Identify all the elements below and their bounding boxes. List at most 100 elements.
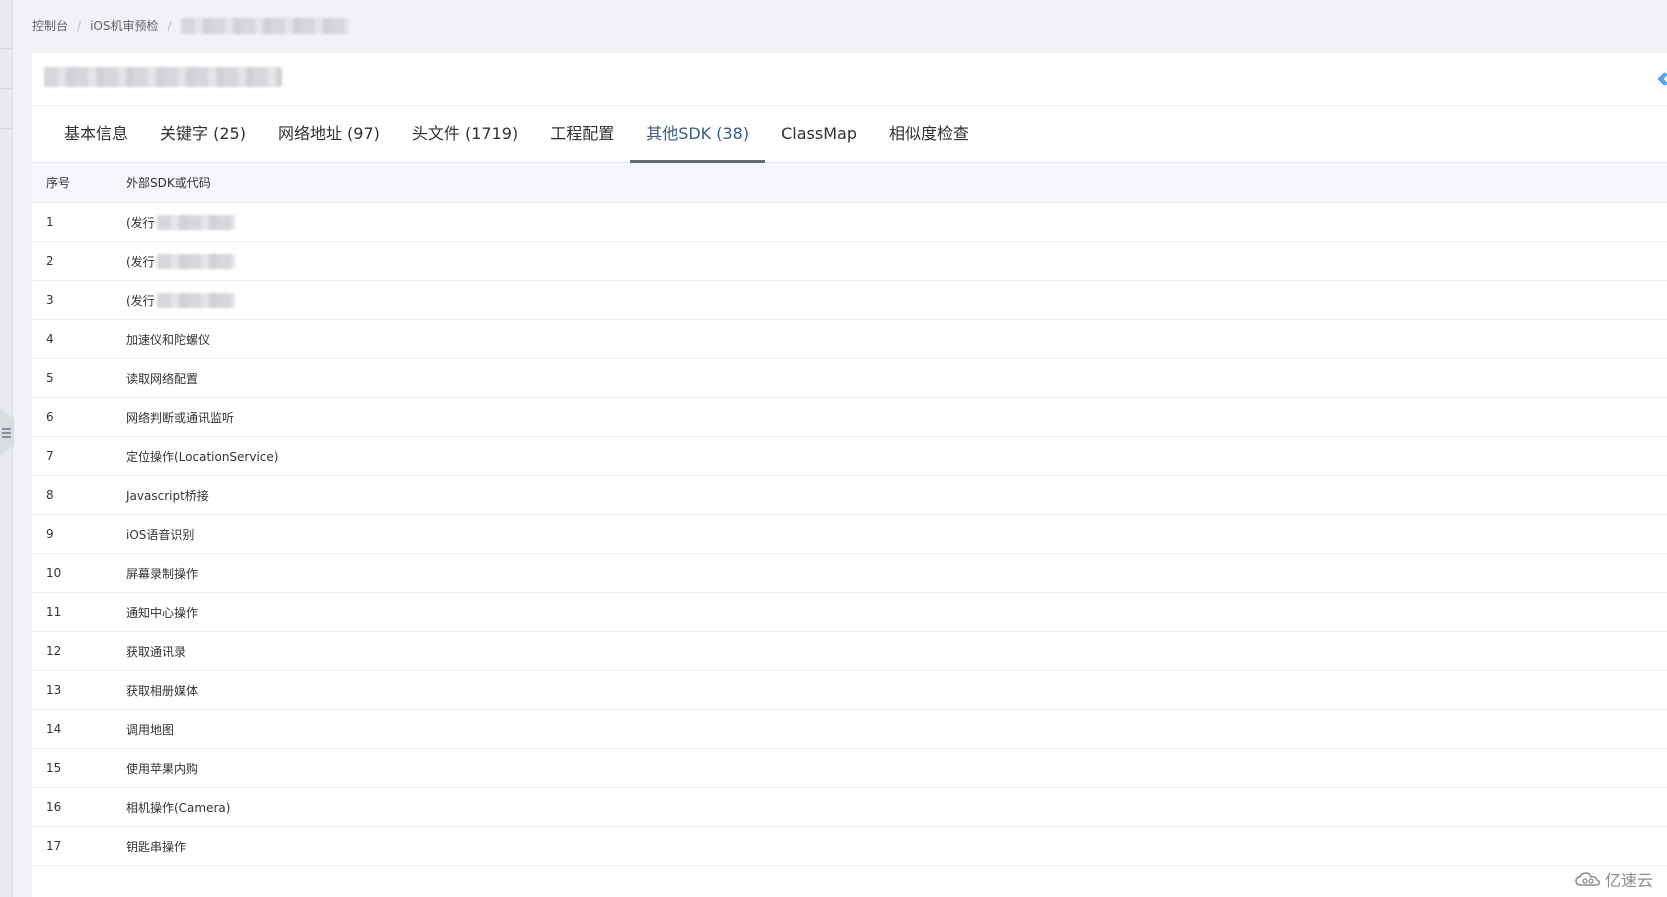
row-index: 6	[32, 397, 126, 437]
tab-7[interactable]: 相似度检查	[873, 106, 985, 162]
row-sdk-cell: (发行	[126, 202, 1667, 242]
row-sdk-cell: 调用地图	[126, 709, 1667, 749]
redacted-text	[156, 214, 235, 230]
row-index: 9	[32, 514, 126, 554]
row-sdk-name: (发行	[126, 254, 155, 269]
rail-divider	[0, 48, 12, 49]
row-index: 15	[32, 748, 126, 788]
row-sdk-cell: (发行	[126, 280, 1667, 320]
row-index: 7	[32, 436, 126, 476]
table-row: 3 (发行	[32, 280, 1667, 320]
table-header-row: 序号 外部SDK或代码	[32, 163, 1667, 203]
row-sdk-cell: 定位操作(LocationService)	[126, 436, 1667, 476]
table-row: 10 屏幕录制操作	[32, 553, 1667, 593]
table-row: 2 (发行	[32, 241, 1667, 281]
table-row: 9 iOS语音识别	[32, 514, 1667, 554]
row-index: 16	[32, 787, 126, 827]
row-sdk-cell: 屏幕录制操作	[126, 553, 1667, 593]
row-sdk-cell: 钥匙串操作	[126, 826, 1667, 866]
breadcrumb-current-redacted	[180, 17, 349, 34]
row-sdk-name: 获取相册媒体	[126, 683, 199, 698]
sdk-table: 序号 外部SDK或代码 1 (发行 2 (发行 3 (发行 4 加速仪和陀螺仪 5 读取网络配置 6…	[32, 163, 1667, 866]
tab-5[interactable]: 其他SDK (38)	[630, 106, 766, 163]
row-sdk-name: 通知中心操作	[126, 605, 199, 620]
row-index: 17	[32, 826, 126, 866]
row-index: 4	[32, 319, 126, 359]
watermark: 亿速云	[1575, 867, 1653, 891]
row-index: 10	[32, 553, 126, 593]
table-row: 14 调用地图	[32, 709, 1667, 749]
breadcrumb-console[interactable]: 控制台	[32, 17, 68, 34]
breadcrumb-separator: /	[167, 18, 172, 33]
row-sdk-name: 相机操作(Camera)	[126, 800, 231, 815]
row-sdk-cell: (发行	[126, 241, 1667, 281]
tab-0[interactable]: 基本信息	[48, 106, 144, 162]
breadcrumb: 控制台 / iOS机审预检 /	[32, 17, 349, 34]
rail-divider	[0, 88, 12, 89]
row-index: 14	[32, 709, 126, 749]
row-index: 5	[32, 358, 126, 398]
tab-bar: 基本信息 关键字 (25) 网络地址 (97) 头文件 (1719) 工程配置 其他SDK…	[32, 106, 1667, 163]
breadcrumb-separator: /	[77, 18, 82, 33]
table-row: 7 定位操作(LocationService)	[32, 436, 1667, 476]
row-sdk-name: 使用苹果内购	[126, 761, 199, 776]
tab-4[interactable]: 工程配置	[534, 106, 630, 162]
back-arrow-icon[interactable]	[1657, 69, 1667, 89]
row-sdk-name: Javascript桥接	[126, 488, 209, 503]
row-sdk-name: 钥匙串操作	[126, 839, 187, 854]
cloud-logo-icon	[1575, 872, 1600, 886]
tab-6[interactable]: ClassMap	[765, 106, 873, 162]
row-sdk-cell: 获取通讯录	[126, 631, 1667, 671]
row-sdk-name: 屏幕录制操作	[126, 566, 199, 581]
card-header	[32, 53, 1667, 106]
tab-2[interactable]: 网络地址 (97)	[262, 106, 396, 162]
row-sdk-name: 定位操作(LocationService)	[126, 449, 279, 464]
column-header-sdk: 外部SDK或代码	[126, 163, 1667, 203]
tab-1[interactable]: 关键字 (25)	[144, 106, 262, 162]
redacted-text	[156, 292, 235, 308]
table-row: 1 (发行	[32, 202, 1667, 242]
table-row: 11 通知中心操作	[32, 592, 1667, 632]
row-sdk-name: 加速仪和陀螺仪	[126, 332, 211, 347]
row-sdk-name: 读取网络配置	[126, 371, 199, 386]
row-index: 8	[32, 475, 126, 515]
table-row: 17 钥匙串操作	[32, 826, 1667, 866]
row-sdk-name: 调用地图	[126, 722, 175, 737]
row-sdk-cell: 获取相册媒体	[126, 670, 1667, 710]
row-sdk-cell: Javascript桥接	[126, 475, 1667, 515]
app-title-redacted	[44, 67, 282, 87]
row-index: 13	[32, 670, 126, 710]
row-sdk-name: (发行	[126, 293, 155, 308]
table-row: 5 读取网络配置	[32, 358, 1667, 398]
row-index: 3	[32, 280, 126, 320]
row-sdk-name: 获取通讯录	[126, 644, 187, 659]
table-row: 4 加速仪和陀螺仪	[32, 319, 1667, 359]
table-row: 8 Javascript桥接	[32, 475, 1667, 515]
row-sdk-cell: iOS语音识别	[126, 514, 1667, 554]
row-index: 11	[32, 592, 126, 632]
table-row: 6 网络判断或通讯监听	[32, 397, 1667, 437]
rail-divider	[0, 128, 12, 129]
row-index: 12	[32, 631, 126, 671]
row-sdk-cell: 使用苹果内购	[126, 748, 1667, 788]
row-sdk-cell: 加速仪和陀螺仪	[126, 319, 1667, 359]
row-index: 1	[32, 202, 126, 242]
row-sdk-cell: 相机操作(Camera)	[126, 787, 1667, 827]
table-row: 16 相机操作(Camera)	[32, 787, 1667, 827]
table-row: 12 获取通讯录	[32, 631, 1667, 671]
row-sdk-name: (发行	[126, 215, 155, 230]
row-sdk-name: iOS语音识别	[126, 527, 195, 542]
row-sdk-name: 网络判断或通讯监听	[126, 410, 235, 425]
row-sdk-cell: 读取网络配置	[126, 358, 1667, 398]
redacted-text	[156, 253, 235, 269]
table-row: 13 获取相册媒体	[32, 670, 1667, 710]
row-index: 2	[32, 241, 126, 281]
tab-3[interactable]: 头文件 (1719)	[396, 106, 534, 162]
table-row: 15 使用苹果内购	[32, 748, 1667, 788]
main-card: 基本信息 关键字 (25) 网络地址 (97) 头文件 (1719) 工程配置 其他SDK…	[32, 53, 1667, 897]
row-sdk-cell: 通知中心操作	[126, 592, 1667, 632]
watermark-text: 亿速云	[1604, 871, 1653, 890]
column-header-index: 序号	[32, 163, 126, 203]
row-sdk-cell: 网络判断或通讯监听	[126, 397, 1667, 437]
breadcrumb-ios-precheck[interactable]: iOS机审预检	[90, 17, 158, 34]
